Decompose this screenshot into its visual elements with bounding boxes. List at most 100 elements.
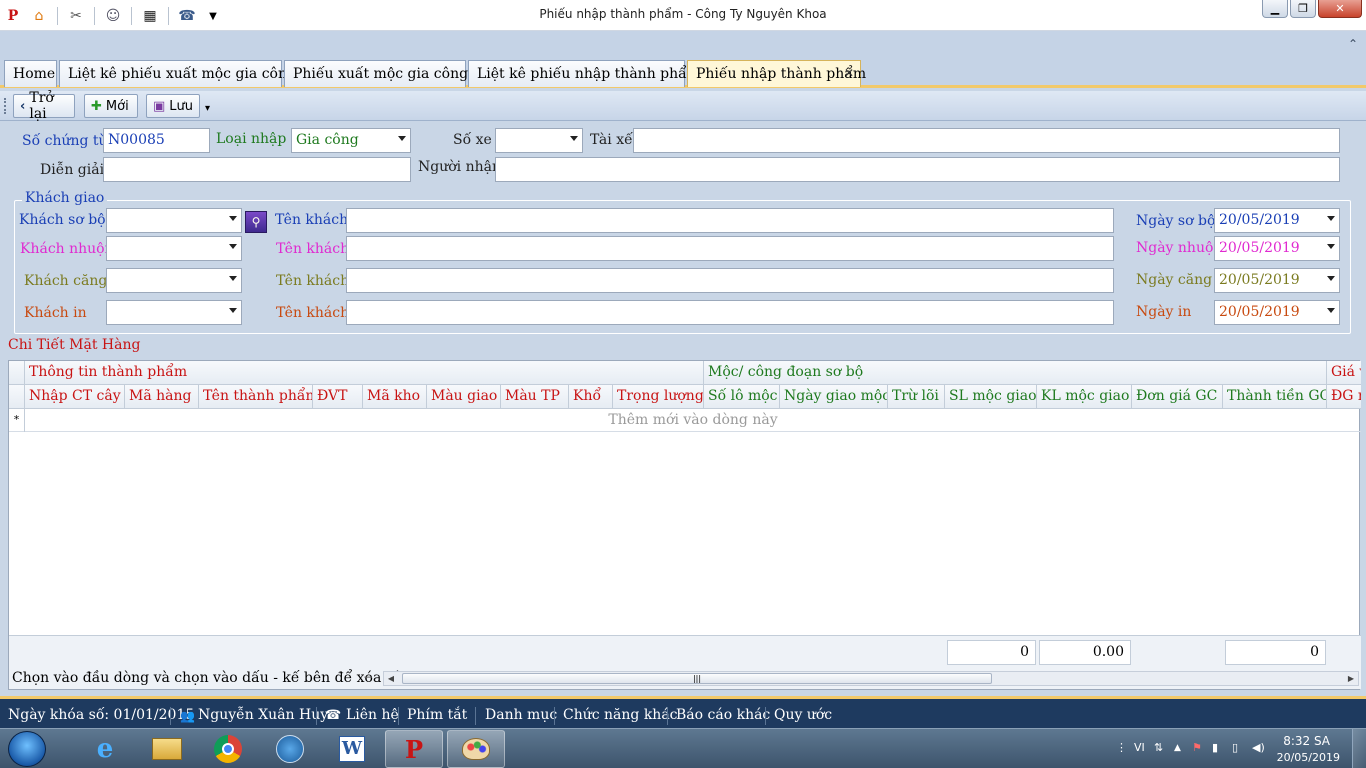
language-indicator[interactable]: VI: [1134, 741, 1145, 754]
column-header[interactable]: ĐVT: [313, 385, 363, 409]
save-icon: ▣: [153, 98, 166, 114]
column-header[interactable]: KL mộc giao: [1037, 385, 1132, 409]
column-header[interactable]: Khổ: [569, 385, 613, 409]
keyboard-icon[interactable]: ⇅: [1154, 741, 1163, 754]
ribbon-collapse-icon[interactable]: ⌃: [1348, 37, 1358, 51]
column-header[interactable]: Thành tiền GC: [1223, 385, 1327, 409]
show-desktop-button[interactable]: [1352, 729, 1366, 768]
print-date-picker[interactable]: 20/05/2019: [1214, 300, 1340, 325]
column-header[interactable]: Số lô mộc: [704, 385, 780, 409]
ribbon-bar: ⌃: [0, 31, 1366, 59]
start-button[interactable]: [8, 731, 46, 767]
tab-export-list[interactable]: Liệt kê phiếu xuất mộc gia công: [59, 60, 296, 87]
column-header[interactable]: SL mộc giao: [945, 385, 1037, 409]
print-name-field[interactable]: [346, 300, 1114, 325]
new-row[interactable]: * Thêm mới vào dòng này: [9, 409, 1361, 432]
dye-name-label: Tên khách: [276, 241, 350, 257]
contact-link[interactable]: Liên hệ: [346, 707, 399, 723]
column-header[interactable]: Màu giao: [427, 385, 501, 409]
action-center-icon[interactable]: ⚑: [1192, 741, 1202, 754]
catalog-menu[interactable]: Danh mục: [485, 707, 557, 723]
dye-customer-select[interactable]: [106, 236, 242, 261]
volume-icon[interactable]: ◀): [1252, 741, 1265, 754]
rough-name-field[interactable]: [346, 208, 1114, 233]
network-icon[interactable]: ▮: [1212, 741, 1218, 754]
battery-icon[interactable]: ▯: [1232, 741, 1238, 754]
search-customer-icon[interactable]: ⚲: [245, 211, 267, 233]
tab-export-voucher[interactable]: Phiếu xuất mộc gia công: [284, 60, 469, 87]
dye-name-field[interactable]: [346, 236, 1114, 261]
separator: [667, 707, 668, 725]
back-button[interactable]: ‹ Trở lại: [13, 90, 75, 122]
scroll-right-icon[interactable]: ▶: [1344, 672, 1358, 685]
title-bar: P ⌂ ✂ ☺ ▦ ☎ ▼ Phiếu nhập thành phẩm - Cô…: [0, 0, 1366, 31]
tab-import-voucher[interactable]: Phiếu nhập thành phẩm ✕: [687, 60, 866, 87]
close-icon[interactable]: ✕: [844, 66, 854, 80]
restore-button[interactable]: ❐: [1290, 0, 1316, 18]
tab-home[interactable]: Home: [4, 60, 57, 87]
tab-import-list[interactable]: Liệt kê phiếu nhập thành phẩm: [468, 60, 700, 87]
voucher-no-field[interactable]: N00085: [103, 128, 210, 153]
dye-date-picker[interactable]: 20/05/2019: [1214, 236, 1340, 261]
tray-grip-icon: ⋮: [1116, 741, 1127, 754]
grid-totals-row: 0 0.00 0: [9, 635, 1361, 667]
paint-icon[interactable]: [447, 730, 505, 768]
band-indicator: [9, 361, 25, 385]
save-label: Lưu: [169, 98, 194, 114]
column-header[interactable]: Trọng lượng: [613, 385, 704, 409]
show-hidden-icons-icon[interactable]: ▲: [1174, 743, 1181, 753]
new-row-placeholder[interactable]: Thêm mới vào dòng này: [25, 412, 1361, 428]
close-button[interactable]: ✕: [1318, 0, 1362, 18]
chrome-icon[interactable]: [199, 730, 257, 768]
conventions-menu[interactable]: Quy ước: [774, 707, 832, 723]
vehicle-no-select[interactable]: [495, 128, 583, 153]
phone-icon: ☎: [325, 708, 342, 723]
nguyen-khoa-app-icon[interactable]: P: [385, 730, 443, 768]
column-header[interactable]: Màu TP: [501, 385, 569, 409]
toolbar-grip[interactable]: [4, 98, 7, 114]
column-header[interactable]: Mã kho: [363, 385, 427, 409]
toolbar-overflow-icon[interactable]: ▾: [205, 103, 210, 114]
clock-time[interactable]: 8:32 SA: [1283, 734, 1330, 748]
delete-row-hint: Chọn vào đầu dòng và chọn vào dấu - kế b…: [12, 670, 422, 686]
scroll-thumb[interactable]: |||: [402, 673, 992, 684]
other-reports-menu[interactable]: Báo cáo khác: [676, 707, 770, 723]
rough-date-picker[interactable]: 20/05/2019: [1214, 208, 1340, 233]
stretch-customer-select[interactable]: [106, 268, 242, 293]
column-header[interactable]: ĐG n: [1327, 385, 1361, 409]
word-icon[interactable]: W: [323, 730, 381, 768]
file-explorer-icon[interactable]: [138, 730, 196, 768]
clock-date[interactable]: 20/05/2019: [1277, 751, 1340, 764]
stretch-name-field[interactable]: [346, 268, 1114, 293]
column-header[interactable]: Nhập CT cây: [25, 385, 125, 409]
voucher-no-label: Số chứng từ: [22, 133, 108, 149]
rough-customer-select[interactable]: [106, 208, 242, 233]
print-date-label: Ngày in: [1136, 304, 1192, 320]
column-header[interactable]: Mã hàng: [125, 385, 199, 409]
scroll-left-icon[interactable]: ◀: [384, 672, 398, 685]
chevron-down-icon: [1327, 244, 1335, 249]
stretch-date-picker[interactable]: 20/05/2019: [1214, 268, 1340, 293]
minimize-button[interactable]: ▁: [1262, 0, 1288, 18]
column-header[interactable]: Đơn giá GC: [1132, 385, 1223, 409]
column-header[interactable]: Ngày giao mộc: [780, 385, 888, 409]
other-functions-menu[interactable]: Chức năng khác: [563, 707, 678, 723]
new-row-indicator[interactable]: *: [9, 409, 25, 432]
driver-field[interactable]: [633, 128, 1340, 153]
new-button[interactable]: ✚ Mới: [84, 94, 138, 118]
internet-explorer-icon[interactable]: e: [76, 730, 134, 768]
horizontal-scrollbar[interactable]: ◀ ||| ▶: [383, 671, 1359, 686]
import-type-select[interactable]: Gia công: [291, 128, 411, 153]
column-header[interactable]: Tên thành phẩm: [199, 385, 313, 409]
tab-label: Phiếu xuất mộc gia công: [293, 66, 469, 82]
save-button[interactable]: ▣ Lưu: [146, 94, 200, 118]
print-customer-select[interactable]: [106, 300, 242, 325]
customer-group-title: Khách giao: [22, 190, 108, 206]
receiver-field[interactable]: [495, 157, 1340, 182]
shortcuts-menu[interactable]: Phím tắt: [407, 707, 467, 723]
description-field[interactable]: [103, 157, 411, 182]
remote-desktop-icon[interactable]: [261, 730, 319, 768]
total-thanh-tien-gc: 0: [1225, 640, 1326, 665]
column-header[interactable]: Trừ lõi: [888, 385, 945, 409]
current-user[interactable]: Nguyễn Xuân Huy: [198, 707, 328, 723]
